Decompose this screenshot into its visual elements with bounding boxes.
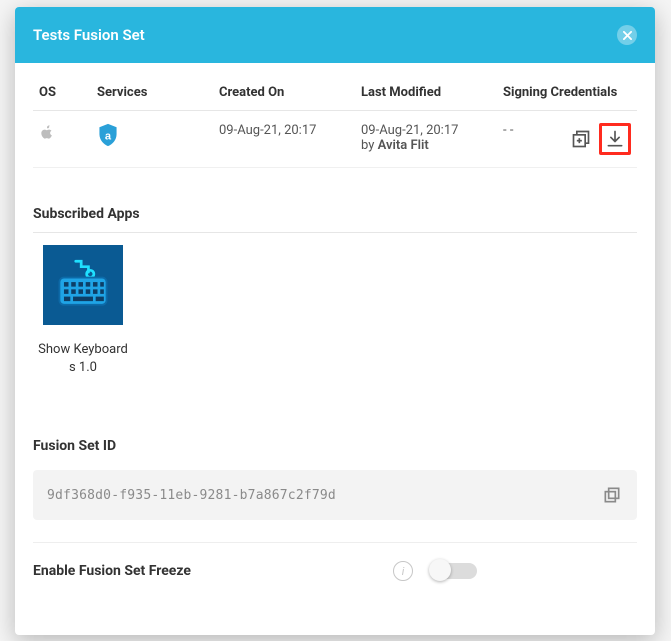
download-icon[interactable] [599, 123, 631, 155]
modal-body: OS Services Created On Last Modified Sig… [15, 63, 655, 635]
app-tile [43, 245, 123, 325]
close-icon[interactable] [617, 25, 637, 45]
modified-by-user-link[interactable]: Avita Flit [378, 138, 429, 153]
last-modified-cell: 09-Aug-21, 20:17 by Avita Flit [355, 111, 497, 168]
info-icon[interactable]: i [393, 561, 413, 581]
table-header-row: OS Services Created On Last Modified Sig… [33, 81, 637, 111]
col-header-services: Services [91, 81, 213, 111]
copy-icon[interactable] [601, 484, 623, 506]
fusion-set-id-row: 9df368d0-f935-11eb-9281-b7a867c2f79d [33, 470, 637, 520]
toggle-knob [429, 559, 451, 581]
subscribed-apps-heading: Subscribed Apps [33, 206, 637, 222]
modified-by-line: by Avita Flit [361, 138, 491, 153]
table-row[interactable]: a 09-Aug-21, 20:17 09-Aug-21, 20:17 by A… [33, 111, 637, 168]
freeze-label: Enable Fusion Set Freeze [33, 563, 191, 579]
duplicate-icon[interactable] [569, 127, 593, 151]
shield-icon: a [97, 123, 119, 147]
col-header-credentials: Signing Credentials [497, 81, 637, 111]
svg-text:a: a [105, 130, 112, 142]
row-actions [569, 123, 631, 155]
fusion-set-id-heading: Fusion Set ID [33, 438, 637, 454]
col-header-created: Created On [213, 81, 355, 111]
modified-date: 09-Aug-21, 20:17 [361, 123, 491, 138]
app-name: Show Keyboard s 1.0 [33, 341, 133, 376]
divider [33, 232, 637, 233]
modal-title: Tests Fusion Set [33, 26, 145, 44]
fusion-set-modal: Tests Fusion Set OS Services Created On … [15, 7, 655, 635]
keyboard-icon [54, 254, 112, 316]
col-header-modified: Last Modified [355, 81, 497, 111]
created-on-cell: 09-Aug-21, 20:17 [213, 111, 355, 168]
modal-header: Tests Fusion Set [15, 7, 655, 63]
credentials-cell: - - [497, 111, 637, 168]
apple-icon [39, 130, 55, 145]
freeze-row: Enable Fusion Set Freeze i [33, 561, 637, 601]
fusion-sets-table: OS Services Created On Last Modified Sig… [33, 81, 637, 168]
freeze-toggle[interactable] [431, 563, 477, 579]
divider [33, 542, 637, 543]
app-card[interactable]: Show Keyboard s 1.0 [33, 245, 133, 376]
col-header-os: OS [33, 81, 91, 111]
os-cell [33, 111, 91, 168]
fusion-set-id-value: 9df368d0-f935-11eb-9281-b7a867c2f79d [47, 488, 336, 503]
credentials-value: - - [503, 123, 513, 138]
services-cell: a [91, 111, 213, 168]
